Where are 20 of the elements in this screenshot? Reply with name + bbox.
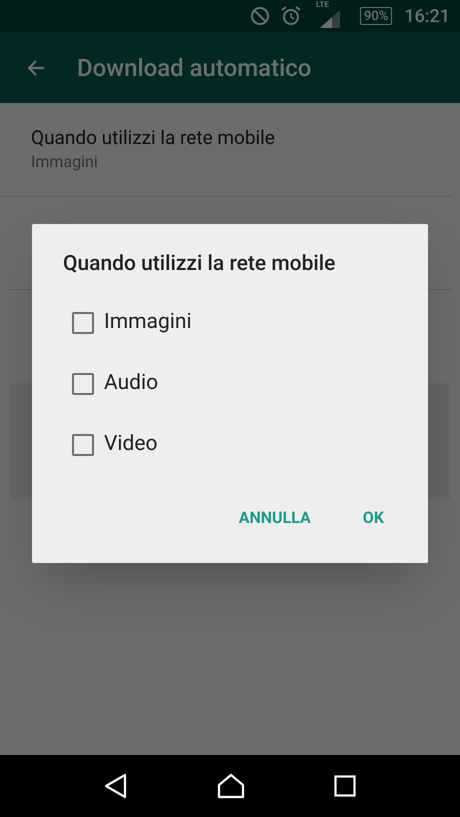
- alarm-icon: [280, 5, 302, 27]
- option-label: Audio: [104, 370, 158, 397]
- checkbox[interactable]: [72, 312, 94, 334]
- dialog-button[interactable]: OK: [338, 500, 408, 536]
- dialog-title: Quando utilizzi la rete mobile: [63, 251, 336, 278]
- home-icon[interactable]: [216, 773, 245, 799]
- setting-title: Quando utilizzi la rete mobile: [31, 125, 276, 151]
- status-time: 16:21: [404, 4, 450, 28]
- checkbox[interactable]: [72, 372, 94, 394]
- network-type: LTE: [316, 1, 329, 9]
- option-label: Immagini: [104, 308, 192, 336]
- recents-icon[interactable]: [334, 775, 356, 797]
- do-not-disturb-icon: [250, 6, 270, 26]
- option-label: Video: [104, 430, 158, 458]
- setting-summary: Immagini: [31, 151, 99, 173]
- back-icon[interactable]: [104, 773, 128, 799]
- battery-indicator: 90%: [360, 7, 392, 25]
- checkbox[interactable]: [72, 434, 94, 456]
- screen-title: Download automatico: [77, 52, 312, 84]
- dialog-button[interactable]: ANNULLA: [214, 500, 335, 536]
